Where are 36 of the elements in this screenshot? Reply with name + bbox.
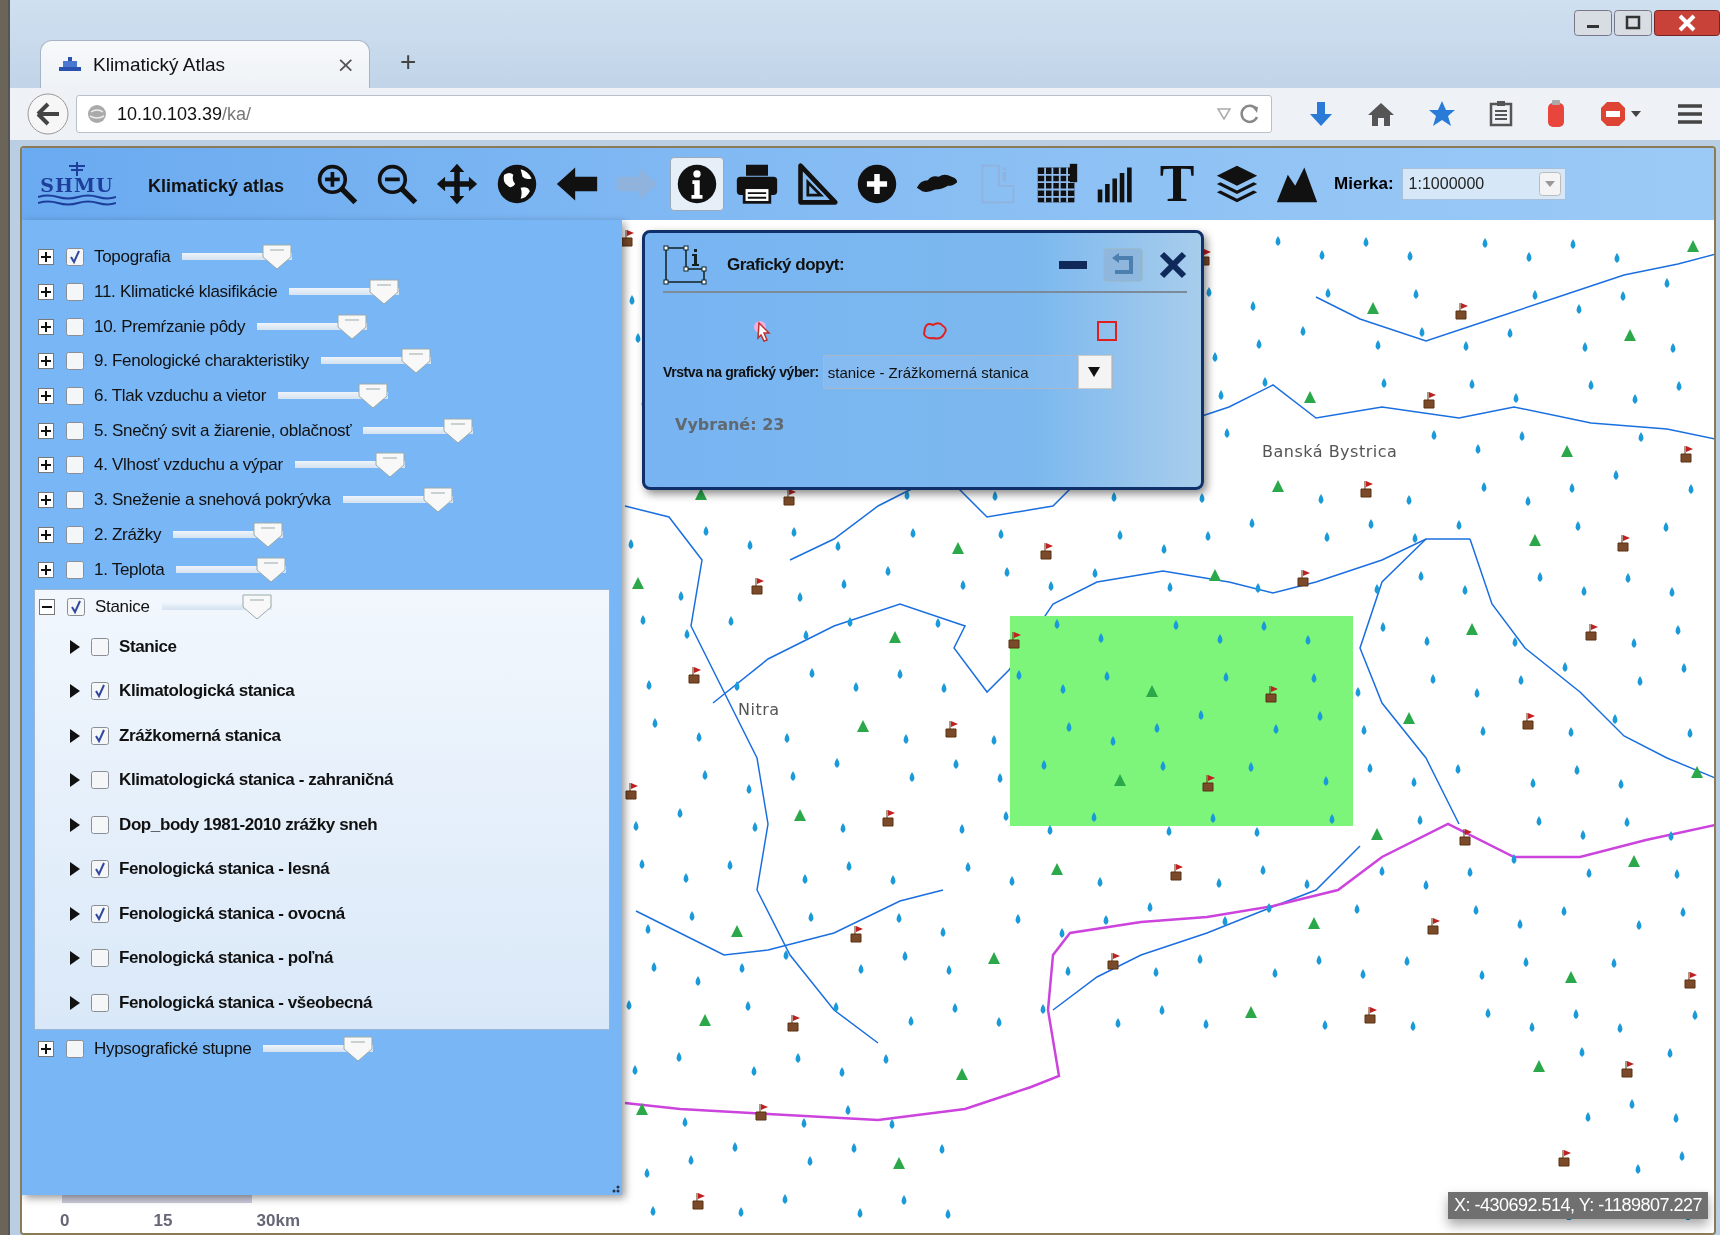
layer-name: 11. Klimatické klasifikácie [94, 282, 278, 303]
layer-name: Hypsografické stupne [94, 1039, 252, 1060]
layer-name: Klimatologická stanica - zahraničná [119, 770, 394, 791]
place-label: Nitra [738, 700, 780, 719]
scale-bar-label: 15 [153, 1211, 173, 1231]
layer-name: Fenologická stanica - ovocná [119, 903, 345, 924]
layer-name: 5. Snečný svit a žiarenie, oblačnosť [94, 420, 352, 441]
layer-name: 6. Tlak vzduchu a vietor [94, 386, 267, 407]
selected-count: Vybrané: 23 [675, 415, 786, 434]
layer-name: Zrážkomerná stanica [119, 725, 281, 746]
layer-name: Fenologická stanica - poľná [119, 948, 333, 969]
place-label: Banská Bystrica [1262, 442, 1398, 461]
layer-name: 3. Sneženie a snehová pokrývka [94, 490, 331, 511]
scale-bar-label: 0 [60, 1211, 70, 1231]
layer-select-label: Vrstva na grafický výber: [663, 364, 819, 380]
layer-name: Klimatologická stanica [119, 681, 295, 702]
url-path: /ka/ [222, 103, 252, 125]
layer-name: 2. Zrážky [94, 524, 162, 545]
layer-name: Stanice [119, 636, 177, 657]
coordinates-readout: X: -430692.514, Y: -1189807.227 [1447, 1192, 1708, 1219]
layer-name: Fenologická stanica - všeobecná [119, 992, 373, 1013]
tab-title: Klimatický Atlas [93, 53, 226, 76]
layer-name: 10. Premŕzanie pôdy [94, 316, 246, 337]
scale-label: Mierka: [1334, 174, 1394, 194]
layer-name: 4. Vlhosť vzduchu a výpar [94, 455, 283, 476]
logo-text: SHMU [40, 176, 114, 194]
url-host: 10.10.103.39 [117, 103, 223, 125]
app-title: Klimatický atlas [148, 175, 285, 197]
layer-name: 9. Fenologické charakteristiky [94, 351, 309, 372]
dialog-title: Grafický dopyt: [727, 255, 845, 275]
scale-bar-label: 30km [256, 1211, 300, 1231]
layer-name: Stanice [95, 597, 150, 618]
layer-name: Topografia [94, 247, 171, 268]
layer-name: Dop_body 1981-2010 zrážky sneh [119, 814, 378, 835]
layer-name: 1. Teplota [94, 559, 165, 580]
layer-name: Fenologická stanica - lesná [119, 859, 330, 880]
